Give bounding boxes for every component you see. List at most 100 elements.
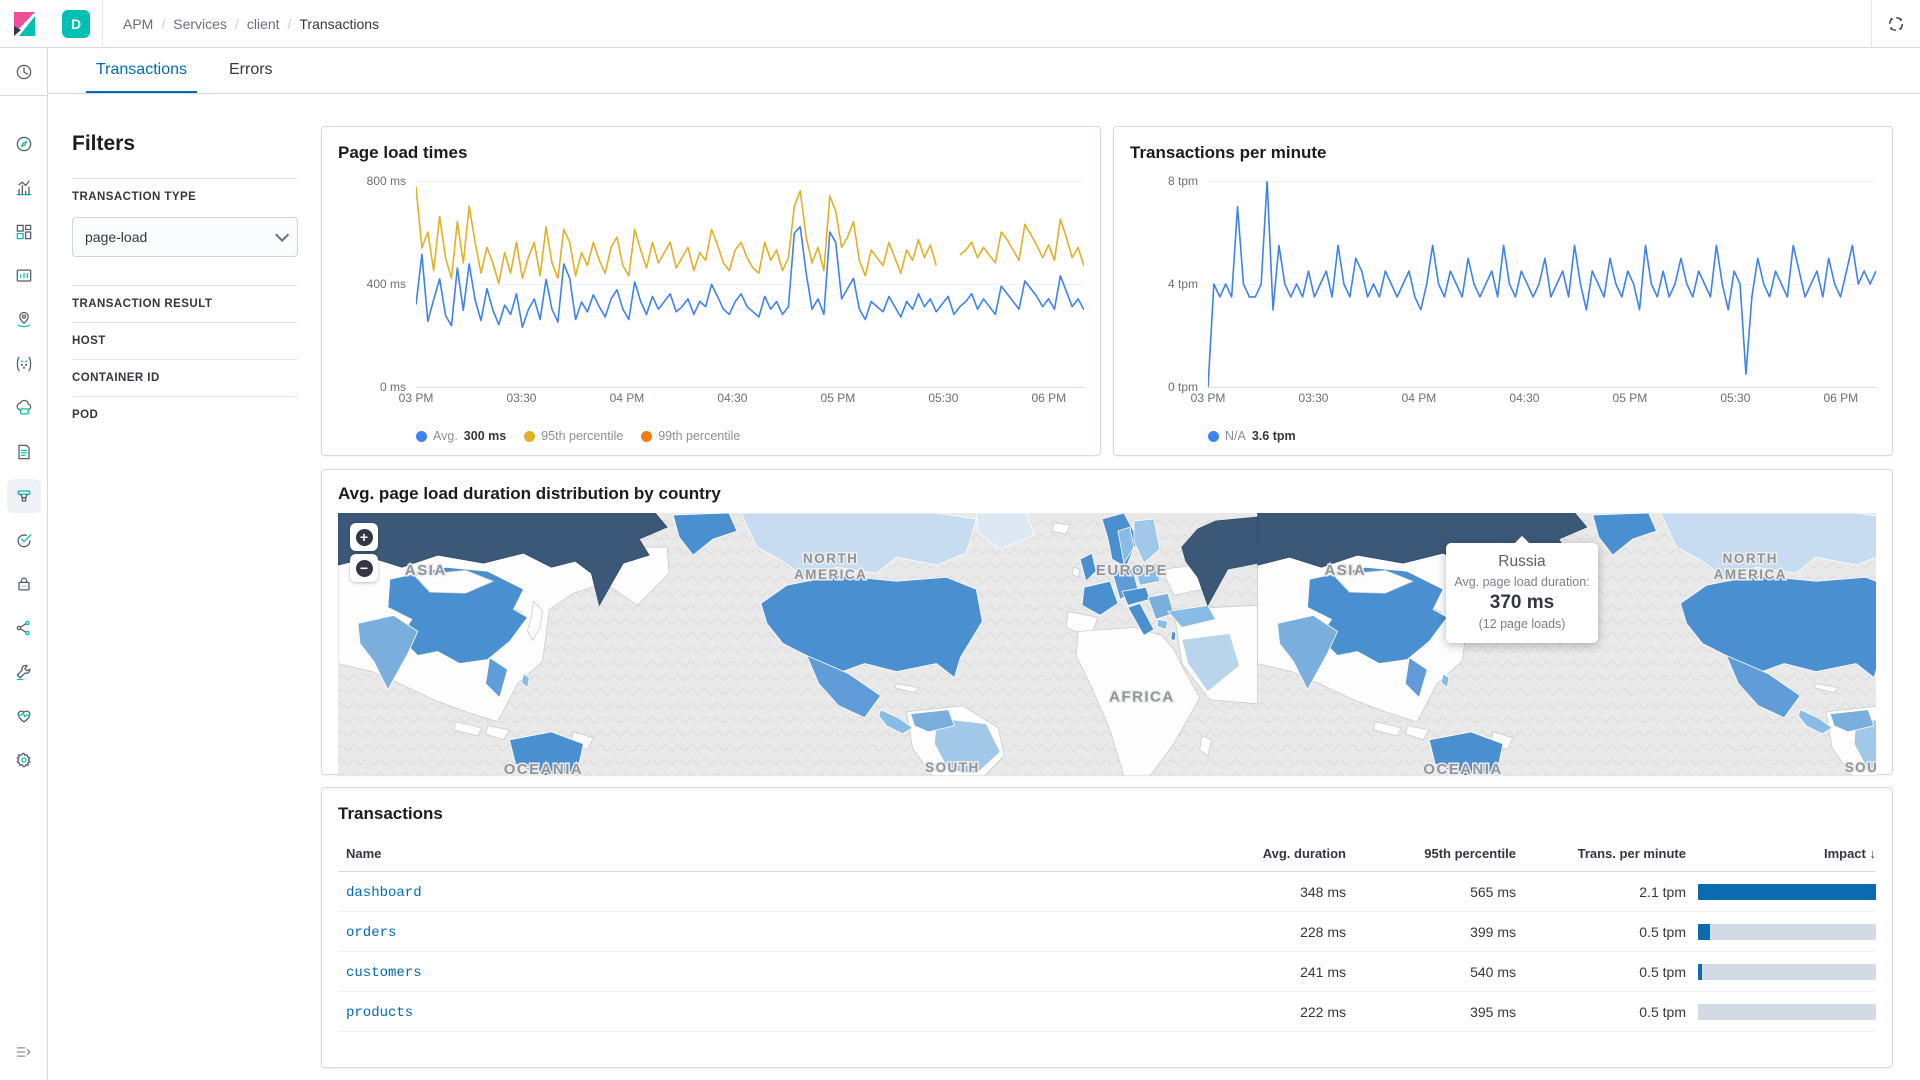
legend-95th[interactable]: 95th percentile bbox=[524, 429, 623, 443]
map-title: Avg. page load duration distribution by … bbox=[338, 484, 721, 503]
nav-canvas[interactable] bbox=[0, 254, 48, 298]
help-menu-icon[interactable] bbox=[1872, 0, 1920, 48]
tpm-plot[interactable] bbox=[1208, 181, 1876, 388]
side-navigation bbox=[0, 48, 48, 1080]
transaction-link-customers[interactable]: customers bbox=[346, 965, 422, 981]
filter-transaction-result[interactable]: TRANSACTION RESULT bbox=[72, 285, 298, 322]
col-avg-duration[interactable]: Avg. duration bbox=[1176, 838, 1346, 872]
breadcrumb-services[interactable]: Services bbox=[173, 16, 227, 32]
chevron-down-icon bbox=[275, 227, 290, 242]
legend-tpm[interactable]: N/A 3.6 tpm bbox=[1208, 429, 1296, 443]
col-95th[interactable]: 95th percentile bbox=[1346, 838, 1516, 872]
table-row: products 222 ms 395 ms 0.5 tpm bbox=[338, 991, 1876, 1032]
tab-transactions[interactable]: Transactions bbox=[86, 48, 197, 93]
nav-apm[interactable] bbox=[0, 474, 48, 518]
x-tick-label: 04:30 bbox=[717, 391, 748, 405]
map-zoom-controls: + − bbox=[350, 523, 378, 582]
x-tick-label: 06 PM bbox=[1031, 391, 1067, 405]
legend-99th[interactable]: 99th percentile bbox=[641, 429, 740, 443]
breadcrumb-client[interactable]: client bbox=[247, 16, 280, 32]
sort-desc-icon: ↓ bbox=[1869, 846, 1877, 861]
breadcrumb-transactions: Transactions bbox=[299, 15, 380, 32]
x-axis: 03 PM 03:30 04 PM 04:30 05 PM 05:30 06 PM bbox=[399, 391, 1084, 407]
table-title: Transactions bbox=[338, 804, 443, 823]
filter-pod[interactable]: POD bbox=[72, 396, 298, 433]
y-axis: 8 tpm 4 tpm 0 tpm bbox=[1167, 174, 1198, 394]
col-name[interactable]: Name bbox=[338, 838, 1176, 872]
transaction-type-select[interactable]: page-load bbox=[72, 217, 298, 257]
col-impact[interactable]: Impact ↓ bbox=[1686, 838, 1876, 872]
x-tick-label: 04 PM bbox=[609, 391, 645, 405]
line-chart bbox=[416, 181, 1084, 387]
nav-machine-learning[interactable] bbox=[0, 342, 48, 386]
x-tick-label: 03 PM bbox=[398, 391, 434, 405]
x-tick-label: 03:30 bbox=[506, 391, 537, 405]
impact-bar bbox=[1698, 1003, 1876, 1020]
nav-visualize[interactable] bbox=[0, 166, 48, 210]
x-tick-label: 05 PM bbox=[820, 391, 856, 405]
breadcrumb-apm[interactable]: APM bbox=[123, 16, 153, 32]
breadcrumb: APM / Services / client / Transactions bbox=[123, 15, 380, 32]
nav-dashboard[interactable] bbox=[0, 210, 48, 254]
world-map-svg: ASIA NORTH AMERICA EUROPE AFRICA OCEANIA… bbox=[338, 513, 1876, 776]
tooltip-country: Russia bbox=[1498, 553, 1546, 570]
chart-legend: N/A 3.6 tpm bbox=[1208, 429, 1876, 443]
x-tick-label: 05:30 bbox=[928, 391, 959, 405]
x-tick-label: 05:30 bbox=[1720, 391, 1751, 405]
impact-bar bbox=[1698, 923, 1876, 940]
nav-graph[interactable] bbox=[0, 606, 48, 650]
x-tick-label: 03:30 bbox=[1298, 391, 1329, 405]
transaction-link-products[interactable]: products bbox=[346, 1005, 413, 1021]
map-tooltip: Russia Avg. page load duration: 370 ms (… bbox=[1446, 543, 1598, 643]
x-axis: 03 PM 03:30 04 PM 04:30 05 PM 05:30 06 PM bbox=[1191, 391, 1876, 407]
nav-management[interactable] bbox=[0, 738, 48, 782]
x-tick-label: 05 PM bbox=[1612, 391, 1648, 405]
country-distribution-panel: Avg. page load duration distribution by … bbox=[321, 469, 1893, 776]
tab-bar: Transactions Errors bbox=[48, 48, 1920, 94]
transactions-table: Name Avg. duration 95th percentile Trans… bbox=[338, 838, 1876, 1032]
chart-legend: Avg. 300 ms 95th percentile 99th percent… bbox=[416, 429, 1084, 443]
transaction-link-dashboard[interactable]: dashboard bbox=[346, 885, 422, 901]
filters-title: Filters bbox=[72, 132, 136, 155]
collapse-nav-icon[interactable] bbox=[0, 1030, 48, 1074]
table-row: dashboard 348 ms 565 ms 2.1 tpm bbox=[338, 871, 1876, 912]
page-load-times-plot[interactable] bbox=[416, 181, 1084, 388]
zoom-out-button[interactable]: − bbox=[350, 554, 378, 582]
nav-recently-viewed[interactable] bbox=[0, 48, 48, 96]
x-tick-label: 04 PM bbox=[1401, 391, 1437, 405]
transactions-per-minute-panel: Transactions per minute 8 tpm 4 tpm 0 tp… bbox=[1113, 126, 1893, 456]
nav-stack-monitoring[interactable] bbox=[0, 694, 48, 738]
nav-discover[interactable] bbox=[0, 122, 48, 166]
legend-avg[interactable]: Avg. 300 ms bbox=[416, 429, 506, 443]
tab-errors[interactable]: Errors bbox=[219, 48, 283, 93]
transaction-link-orders[interactable]: orders bbox=[346, 925, 396, 941]
y-axis: 800 ms 400 ms 0 ms bbox=[366, 174, 406, 394]
world-map[interactable]: ASIA NORTH AMERICA EUROPE AFRICA OCEANIA… bbox=[338, 513, 1876, 776]
filter-container-id[interactable]: CONTAINER ID bbox=[72, 359, 298, 396]
page-load-times-panel: Page load times 800 ms 400 ms 0 ms 03 PM… bbox=[321, 126, 1101, 456]
x-tick-label: 04:30 bbox=[1509, 391, 1540, 405]
impact-bar bbox=[1698, 883, 1876, 900]
nav-logs[interactable] bbox=[0, 430, 48, 474]
table-row: customers 241 ms 540 ms 0.5 tpm bbox=[338, 951, 1876, 992]
line-chart bbox=[1208, 181, 1876, 387]
nav-siem[interactable] bbox=[0, 562, 48, 606]
chart-title: Transactions per minute bbox=[1130, 143, 1327, 162]
tooltip-value: 370 ms bbox=[1489, 592, 1555, 613]
filter-label: TRANSACTION TYPE bbox=[72, 191, 197, 203]
nav-maps[interactable] bbox=[0, 298, 48, 342]
space-badge[interactable]: D bbox=[62, 9, 90, 38]
col-tpm[interactable]: Trans. per minute bbox=[1516, 838, 1686, 872]
filters-panel: Filters TRANSACTION TYPE page-load TRANS… bbox=[72, 132, 298, 1080]
top-header: D APM / Services / client / Transactions bbox=[0, 0, 1920, 48]
x-tick-label: 03 PM bbox=[1190, 391, 1226, 405]
kibana-logo[interactable] bbox=[0, 9, 48, 39]
filter-transaction-type: TRANSACTION TYPE page-load bbox=[72, 178, 298, 285]
zoom-in-button[interactable]: + bbox=[350, 523, 378, 551]
nav-dev-tools[interactable] bbox=[0, 650, 48, 694]
nav-infrastructure[interactable] bbox=[0, 386, 48, 430]
transactions-table-panel: Transactions Name Avg. duration 95th per… bbox=[321, 787, 1893, 1068]
filter-host[interactable]: HOST bbox=[72, 322, 298, 359]
header-divider bbox=[102, 0, 103, 48]
nav-uptime[interactable] bbox=[0, 518, 48, 562]
